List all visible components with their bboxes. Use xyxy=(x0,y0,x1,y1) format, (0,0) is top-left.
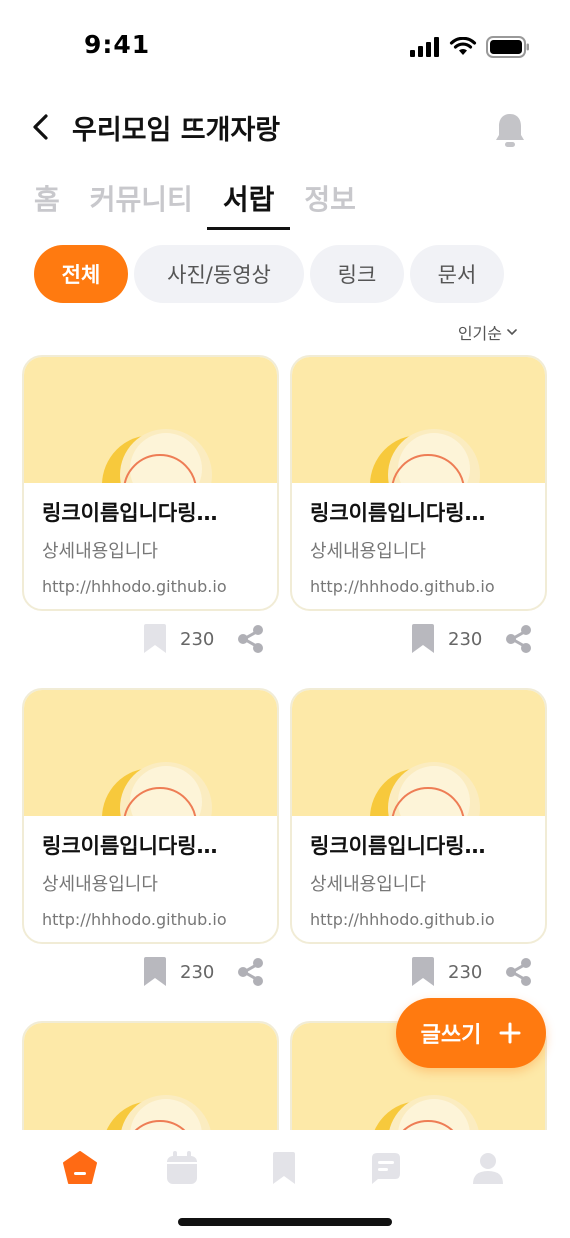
tab-home[interactable]: 홈 xyxy=(34,180,60,230)
tab-community[interactable]: 커뮤니티 xyxy=(90,180,193,230)
card-url: http://hhhodo.github.io xyxy=(42,577,227,596)
bookmark-count: 230 xyxy=(448,961,483,983)
tab-info[interactable]: 정보 xyxy=(304,180,356,230)
card-url: http://hhhodo.github.io xyxy=(42,910,227,929)
write-post-button[interactable]: 글쓰기 xyxy=(396,998,546,1068)
status-time: 9:41 xyxy=(84,30,151,59)
card-item: 링크이름입니다링… 상세내용입니다 http://hhhodo.github.i… xyxy=(290,355,547,653)
nav-home[interactable] xyxy=(60,1148,100,1188)
bookmark-icon xyxy=(273,1152,295,1184)
filter-chip-document[interactable]: 문서 xyxy=(410,245,504,303)
sort-label: 인기순 xyxy=(457,324,502,343)
bookmark-icon[interactable] xyxy=(410,956,436,988)
bookmark-count: 230 xyxy=(448,628,483,650)
bookmark-count: 230 xyxy=(180,628,215,650)
chevron-left-icon xyxy=(33,114,48,140)
battery-icon xyxy=(486,36,529,58)
page-title: 우리모임 뜨개자랑 xyxy=(72,115,281,146)
profile-icon xyxy=(473,1153,503,1184)
card-description: 상세내용입니다 xyxy=(42,541,158,562)
card-title: 링크이름입니다링… xyxy=(42,501,218,525)
link-card[interactable]: 링크이름입니다링… 상세내용입니다 http://hhhodo.github.i… xyxy=(290,688,547,944)
nav-bookmark[interactable] xyxy=(264,1148,304,1188)
link-card[interactable]: 링크이름입니다링… 상세내용입니다 http://hhhodo.github.i… xyxy=(290,355,547,611)
card-description: 상세내용입니다 xyxy=(42,874,158,895)
card-item: 링크이름입니다링… 상세내용입니다 http://hhhodo.github.i… xyxy=(290,688,547,986)
thumbnail-image xyxy=(370,762,480,816)
calendar-icon xyxy=(167,1151,197,1184)
nav-chat[interactable] xyxy=(366,1148,406,1188)
link-card[interactable]: 링크이름입니다링… 상세내용입니다 http://hhhodo.github.i… xyxy=(22,355,279,611)
thumbnail-image xyxy=(102,762,212,816)
filter-chip-all[interactable]: 전체 xyxy=(34,245,128,303)
status-icons xyxy=(410,36,530,58)
tab-drawer[interactable]: 서랍 xyxy=(206,180,290,230)
notification-button[interactable] xyxy=(490,110,530,150)
share-icon[interactable] xyxy=(504,957,534,987)
chat-icon xyxy=(372,1153,400,1184)
card-actions: 230 xyxy=(410,956,534,988)
card-actions: 230 xyxy=(142,956,266,988)
filter-chip-link[interactable]: 링크 xyxy=(310,245,404,303)
card-item: 링크이름입니다링… 상세내용입니다 http://hhhodo.github.i… xyxy=(22,688,279,986)
card-thumbnail xyxy=(292,690,545,816)
home-indicator xyxy=(178,1218,392,1226)
card-actions: 230 xyxy=(142,623,266,655)
back-button[interactable] xyxy=(26,112,56,142)
status-bar: 9:41 xyxy=(0,0,570,92)
chevron-down-icon xyxy=(507,329,517,336)
card-item: 링크이름입니다링… 상세내용입니다 http://hhhodo.github.i… xyxy=(22,355,279,653)
thumbnail-image xyxy=(102,429,212,483)
bell-icon xyxy=(496,114,524,147)
write-post-label: 글쓰기 xyxy=(420,1023,482,1048)
app-header: 우리모임 뜨개자랑 xyxy=(0,92,570,172)
bookmark-icon[interactable] xyxy=(142,623,168,655)
card-description: 상세내용입니다 xyxy=(310,874,426,895)
card-url: http://hhhodo.github.io xyxy=(310,577,495,596)
tab-bar: 홈 커뮤니티 서랍 정보 xyxy=(34,180,386,232)
card-title: 링크이름입니다링… xyxy=(310,834,486,858)
wifi-icon xyxy=(449,37,477,55)
card-thumbnail xyxy=(24,357,277,483)
card-thumbnail xyxy=(24,690,277,816)
nav-profile[interactable] xyxy=(468,1148,508,1188)
home-icon xyxy=(63,1151,97,1184)
signal-icon xyxy=(410,37,439,57)
bookmark-icon[interactable] xyxy=(410,623,436,655)
card-title: 링크이름입니다링… xyxy=(42,834,218,858)
sort-dropdown[interactable]: 인기순 xyxy=(458,320,518,344)
filter-chip-media[interactable]: 사진/동영상 xyxy=(134,245,304,303)
share-icon[interactable] xyxy=(504,624,534,654)
nav-calendar[interactable] xyxy=(162,1148,202,1188)
bookmark-icon[interactable] xyxy=(142,956,168,988)
plus-icon xyxy=(499,1022,521,1044)
card-thumbnail xyxy=(292,357,545,483)
card-title: 링크이름입니다링… xyxy=(310,501,486,525)
share-icon[interactable] xyxy=(236,957,266,987)
link-card[interactable]: 링크이름입니다링… 상세내용입니다 http://hhhodo.github.i… xyxy=(22,688,279,944)
card-url: http://hhhodo.github.io xyxy=(310,910,495,929)
card-actions: 230 xyxy=(410,623,534,655)
share-icon[interactable] xyxy=(236,624,266,654)
filter-chips: 전체 사진/동영상 링크 문서 xyxy=(34,245,504,303)
card-description: 상세내용입니다 xyxy=(310,541,426,562)
thumbnail-image xyxy=(370,429,480,483)
bookmark-count: 230 xyxy=(180,961,215,983)
